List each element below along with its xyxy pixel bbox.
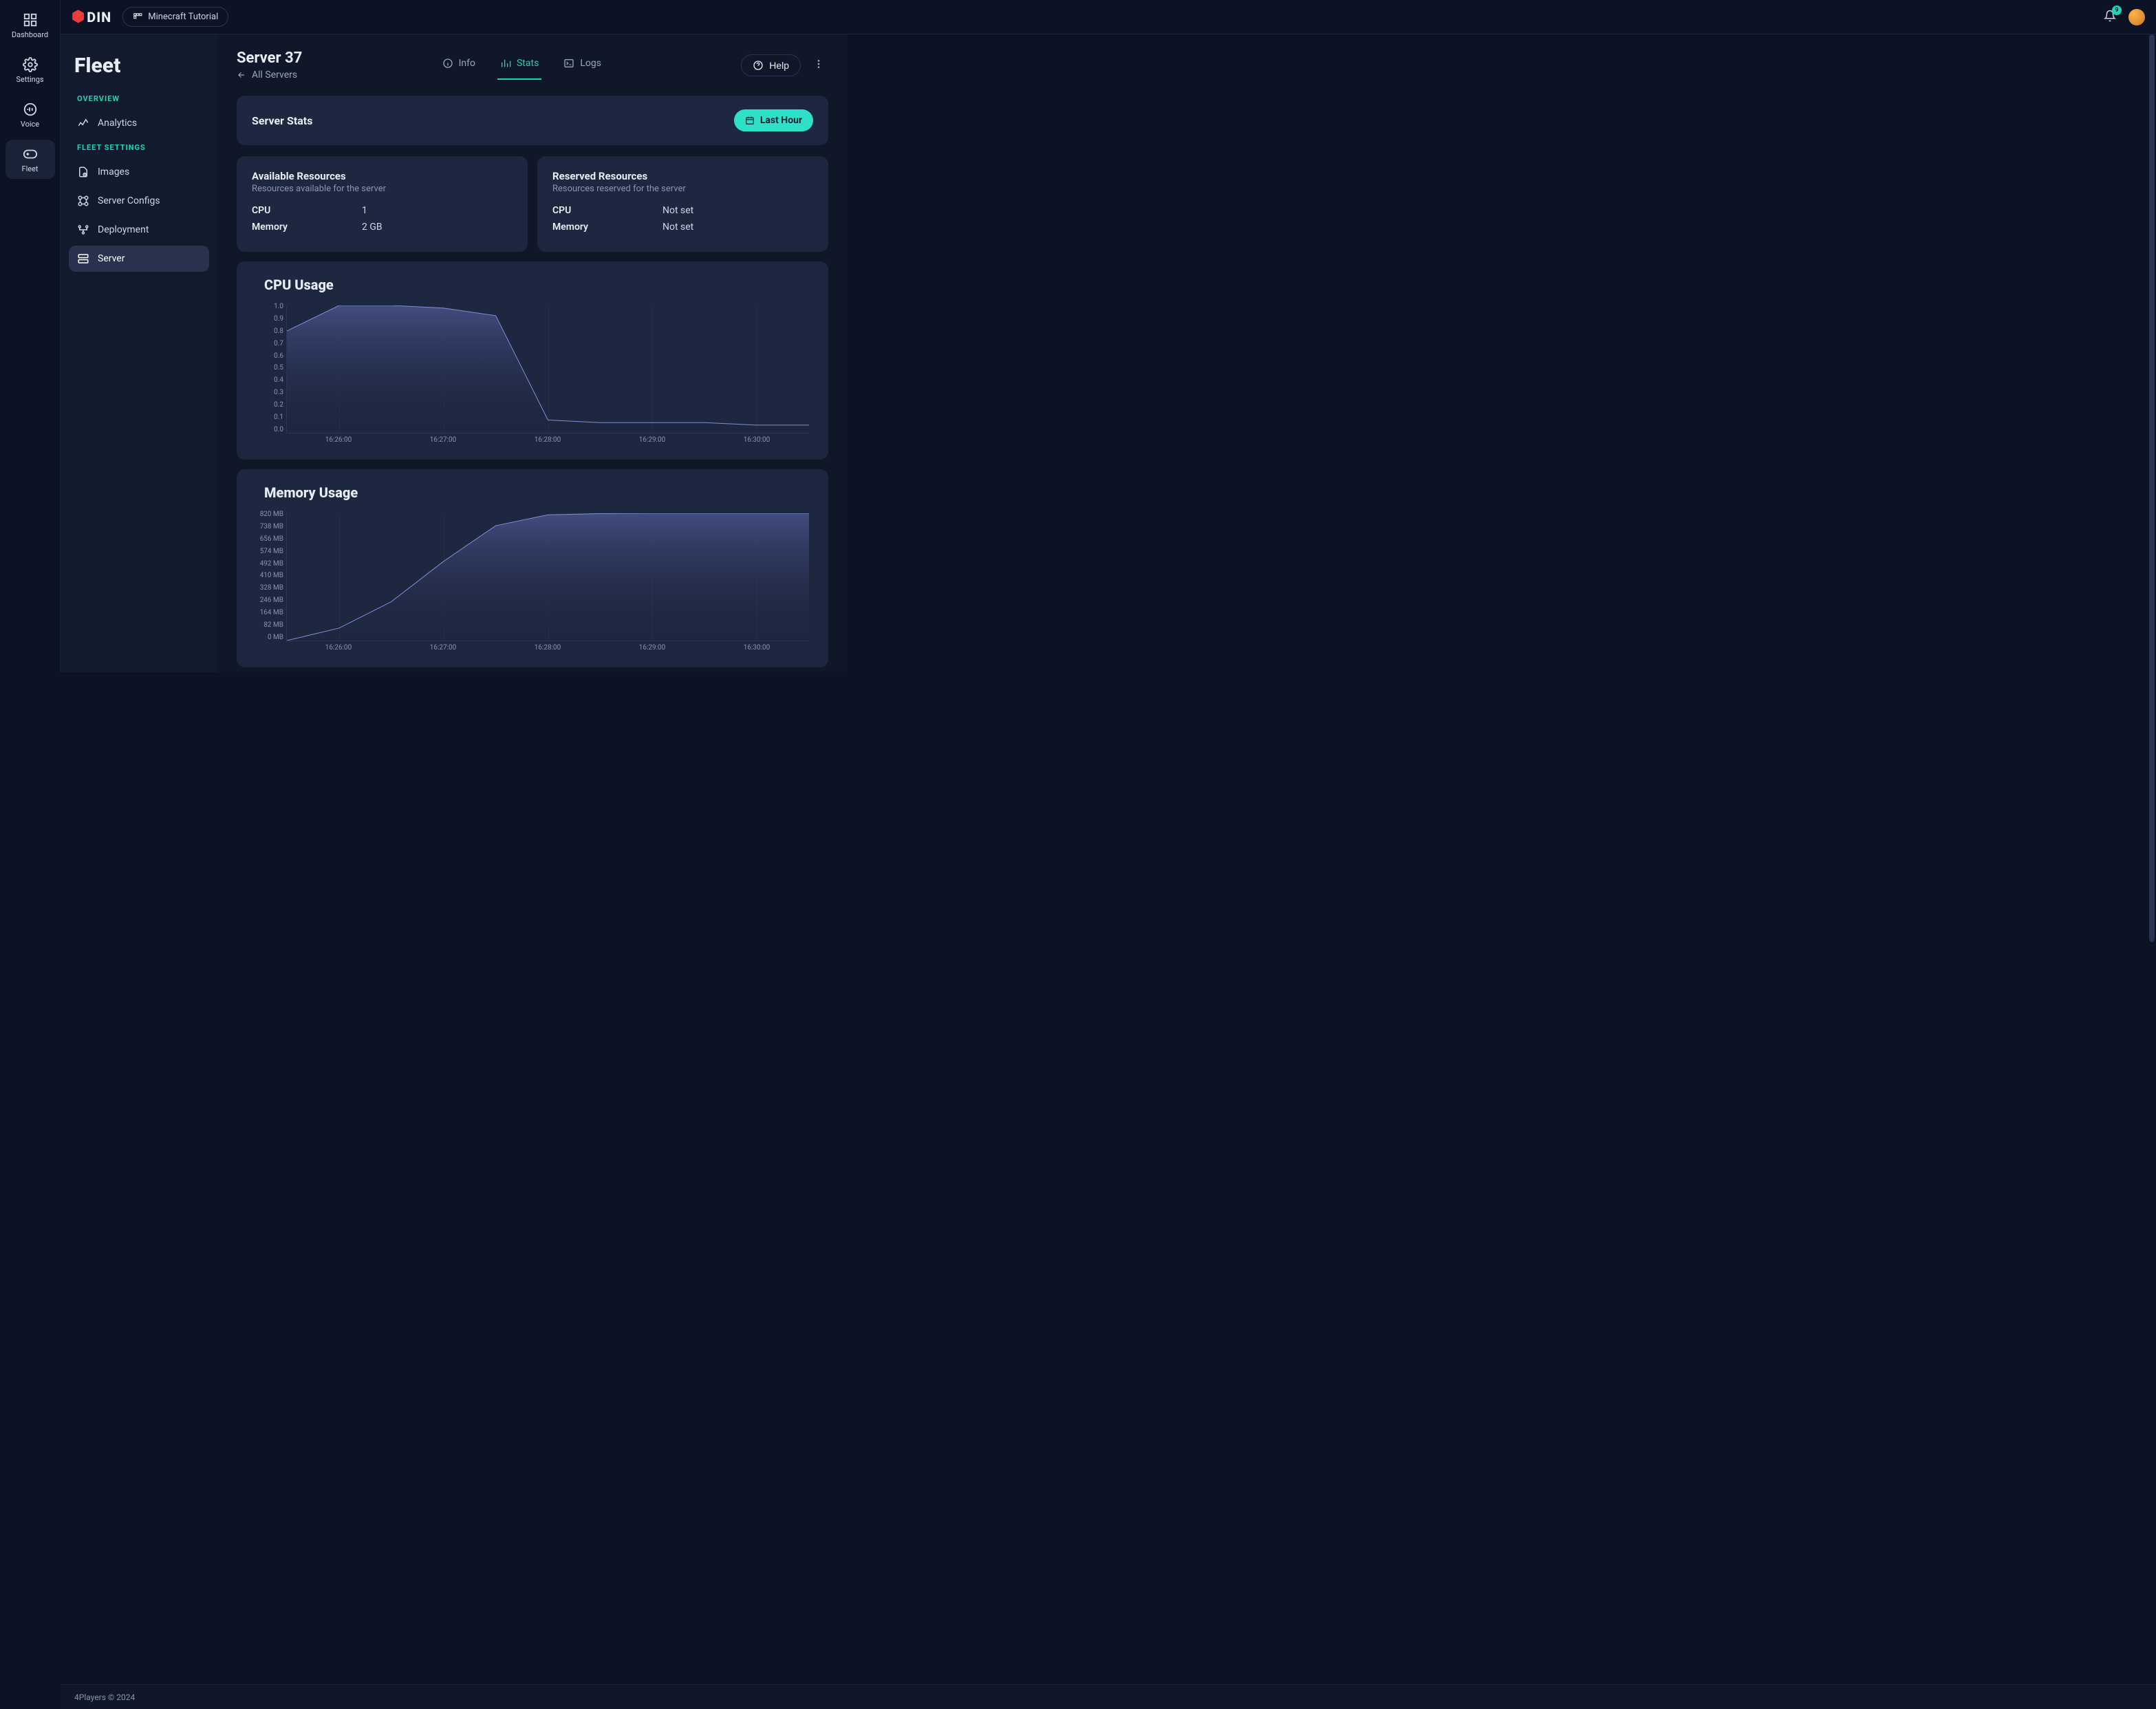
- nav-rail: Dashboard Settings Voice Fleet: [0, 0, 61, 672]
- reserved-resources-card: Reserved Resources Resources reserved fo…: [537, 156, 828, 252]
- tab-stats[interactable]: Stats: [497, 51, 541, 80]
- memory-chart-card: Memory Usage 820 MB738 MB656 MB574 MB492…: [237, 469, 828, 667]
- logo-mark-icon: ⬢: [72, 8, 85, 25]
- sidebar-item-label: Images: [98, 166, 129, 178]
- tab-label: Stats: [517, 58, 539, 69]
- sidebar-item-deployment[interactable]: Deployment: [69, 217, 209, 243]
- notifications-button[interactable]: 9: [2104, 10, 2116, 25]
- dashboard-icon: [23, 12, 38, 28]
- project-name: Minecraft Tutorial: [148, 12, 218, 22]
- images-icon: [77, 166, 89, 178]
- more-button[interactable]: [809, 54, 828, 76]
- page-header: Server 37 All Servers Info Stats Logs: [217, 34, 848, 87]
- avatar[interactable]: [2128, 9, 2145, 25]
- logs-icon: [563, 58, 574, 69]
- rail-label: Voice: [21, 120, 39, 129]
- server-icon: [77, 252, 89, 265]
- sidebar-item-label: Analytics: [98, 118, 137, 129]
- memory-label: Memory: [552, 222, 662, 233]
- memory-value: 2 GB: [362, 222, 382, 233]
- memory-label: Memory: [252, 222, 362, 233]
- time-range-label: Last Hour: [760, 115, 802, 126]
- help-label: Help: [769, 60, 789, 71]
- gamepad-icon: [23, 147, 38, 162]
- back-link[interactable]: All Servers: [237, 69, 302, 80]
- sidebar-item-server[interactable]: Server: [69, 246, 209, 272]
- stats-header-card: Server Stats Last Hour: [237, 96, 828, 145]
- tab-logs[interactable]: Logs: [561, 51, 604, 80]
- sidebar-item-analytics[interactable]: Analytics: [69, 110, 209, 136]
- tab-label: Info: [459, 58, 475, 69]
- tabs: Info Stats Logs: [440, 51, 604, 80]
- tab-info[interactable]: Info: [440, 51, 478, 80]
- time-range-selector[interactable]: Last Hour: [734, 109, 813, 131]
- available-resources-card: Available Resources Resources available …: [237, 156, 528, 252]
- card-subtitle: Resources available for the server: [252, 184, 513, 194]
- rail-dashboard[interactable]: Dashboard: [6, 6, 55, 45]
- topbar: ⬢ DIN Minecraft Tutorial 9: [61, 0, 2156, 34]
- memory-value: Not set: [662, 222, 693, 233]
- more-vertical-icon: [813, 58, 824, 69]
- sidebar-title: Fleet: [74, 54, 204, 78]
- help-button[interactable]: Help: [741, 54, 801, 76]
- rail-label: Fleet: [21, 164, 38, 173]
- logo[interactable]: ⬢ DIN: [72, 8, 111, 25]
- tab-label: Logs: [580, 58, 601, 69]
- deployment-icon: [77, 224, 89, 236]
- cpu-chart: 1.00.90.80.70.60.50.40.30.20.10.0 16:26:…: [253, 303, 812, 447]
- cpu-label: CPU: [252, 205, 362, 216]
- arrow-left-icon: [237, 70, 246, 80]
- sidebar-item-label: Server Configs: [98, 195, 160, 206]
- help-icon: [753, 60, 764, 71]
- sidebar: Fleet OVERVIEW Analytics FLEET SETTINGS …: [61, 34, 217, 672]
- rail-fleet[interactable]: Fleet: [6, 140, 55, 179]
- scrollbar[interactable]: [2148, 34, 2155, 1684]
- page-title: Server 37: [237, 50, 302, 67]
- sidebar-item-server-configs[interactable]: Server Configs: [69, 188, 209, 214]
- gear-icon: [23, 57, 38, 72]
- info-icon: [442, 58, 453, 69]
- apps-icon: [133, 12, 142, 22]
- rail-label: Settings: [16, 75, 43, 84]
- rail-voice[interactable]: Voice: [6, 95, 55, 134]
- sidebar-item-label: Server: [98, 253, 125, 264]
- stats-title: Server Stats: [252, 114, 312, 127]
- chart-title: Memory Usage: [264, 484, 812, 501]
- sidebar-item-label: Deployment: [98, 224, 149, 235]
- card-title: Reserved Resources: [552, 170, 813, 182]
- footer-text: 4Players © 2024: [74, 1692, 135, 1702]
- stats-icon: [500, 58, 511, 69]
- cpu-chart-card: CPU Usage 1.00.90.80.70.60.50.40.30.20.1…: [237, 261, 828, 460]
- section-fleet-settings: FLEET SETTINGS: [77, 143, 201, 152]
- configs-icon: [77, 195, 89, 207]
- card-subtitle: Resources reserved for the server: [552, 184, 813, 194]
- main: Server 37 All Servers Info Stats Logs: [217, 34, 848, 672]
- back-label: All Servers: [252, 69, 297, 80]
- logo-text: DIN: [87, 9, 111, 25]
- rail-settings[interactable]: Settings: [6, 50, 55, 89]
- voice-icon: [23, 102, 38, 117]
- cpu-value: 1: [362, 205, 367, 216]
- cpu-label: CPU: [552, 205, 662, 216]
- project-selector[interactable]: Minecraft Tutorial: [122, 7, 228, 27]
- footer: 4Players © 2024: [61, 1684, 2156, 1709]
- card-title: Available Resources: [252, 170, 513, 182]
- sidebar-item-images[interactable]: Images: [69, 159, 209, 185]
- analytics-icon: [77, 117, 89, 129]
- rail-label: Dashboard: [12, 30, 48, 39]
- calendar-icon: [745, 116, 755, 125]
- chart-title: CPU Usage: [264, 277, 812, 293]
- memory-chart: 820 MB738 MB656 MB574 MB492 MB410 MB328 …: [253, 510, 812, 655]
- section-overview: OVERVIEW: [77, 94, 201, 103]
- cpu-value: Not set: [662, 205, 693, 216]
- notification-badge: 9: [2112, 6, 2122, 15]
